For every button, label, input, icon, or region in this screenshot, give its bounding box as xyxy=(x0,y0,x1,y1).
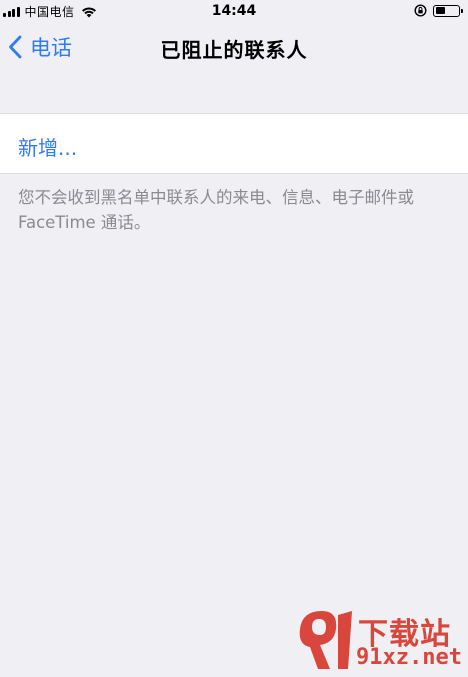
blocked-contacts-list: 新增... xyxy=(0,113,468,174)
page-title: 已阻止的联系人 xyxy=(160,38,308,62)
nav-bar: 电话 已阻止的联系人 xyxy=(0,24,468,68)
battery-icon xyxy=(433,4,463,17)
watermark-url: 91xz.net xyxy=(356,645,462,670)
status-right xyxy=(414,4,463,17)
status-time: 14:44 xyxy=(211,3,257,19)
rotation-lock-icon xyxy=(414,4,427,17)
footer-note: 您不会收到黑名单中联系人的来电、信息、电子邮件或 FaceTime 通话。 xyxy=(18,188,414,232)
add-new-button[interactable]: 新增... xyxy=(18,132,77,161)
watermark-91-icon xyxy=(299,611,352,669)
watermark-logo: 下载站 91xz.net xyxy=(294,607,464,673)
battery-fill xyxy=(435,7,446,14)
status-bar: 中国电信 14:44 xyxy=(0,0,468,24)
